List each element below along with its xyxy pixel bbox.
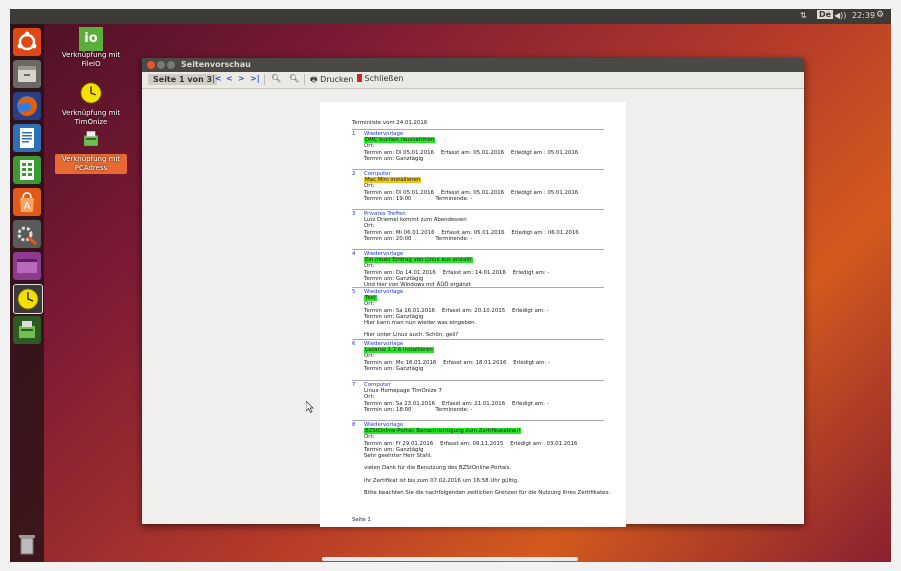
page-indicator: Seite 1 von 3 xyxy=(148,74,218,85)
close-label: Schließen xyxy=(364,74,404,83)
trash-icon[interactable] xyxy=(13,530,41,558)
keyboard-layout-indicator[interactable]: De xyxy=(817,10,834,19)
entry-title: Ein neuer Eintrag von Linux aus erstellt xyxy=(364,257,473,264)
calc-icon[interactable] xyxy=(13,156,41,184)
entry-category: Wiedervorlage xyxy=(364,289,404,295)
appointment-entry: 6 Wiedervorlage Lazarus 1.2.6 installier… xyxy=(352,339,604,372)
bottom-strip xyxy=(322,557,578,561)
entry-line: Termin am: Fr 29.01.2016 Erfasst am: 09.… xyxy=(364,440,578,447)
firefox-icon[interactable] xyxy=(13,92,41,120)
entry-title: Mac Mini installieren xyxy=(364,177,422,184)
desktop-icon-timonize[interactable]: Verknüpfung mit TimOnize xyxy=(55,80,127,127)
entry-title: BZStOnline-Portal: Benachrichtigung zum … xyxy=(364,428,522,435)
pcadress-icon[interactable] xyxy=(13,316,41,344)
minimize-window-icon[interactable] xyxy=(157,61,165,69)
entry-number: 6 xyxy=(352,341,356,347)
pcadress-app-icon xyxy=(84,131,98,146)
desktop-icon-pcadress[interactable]: Verknüpfung mit PCAdress xyxy=(55,127,127,174)
close-preview-button[interactable]: Schließen xyxy=(357,74,404,83)
entry-line: Termin am: Mi 06.01.2016 Erfasst am: 05.… xyxy=(364,229,579,236)
settings-icon[interactable] xyxy=(13,220,41,248)
entry-number: 8 xyxy=(352,422,356,428)
entry-title: DMC kuchen rausnehmen xyxy=(364,137,436,144)
desktop-icon-label: Verknüpfung mit PCAdress xyxy=(55,154,127,174)
entry-line: Termin um: 20:00 Terminende: - xyxy=(364,235,473,242)
preview-page: Terminliste vom 24.01.2016 1 Wiedervorla… xyxy=(320,102,626,527)
print-preview-window: Seitenvorschau Seite 1 von 3 |< < > >| 🔍… xyxy=(142,58,804,527)
entry-line: Hier unter Linux auch. Schön, geil? xyxy=(364,332,459,339)
svg-text:A: A xyxy=(24,201,31,212)
appointment-entry: 2 Computer Mac Mini installieren Ort: Te… xyxy=(352,169,604,202)
zoom-out-icon[interactable]: 🔍︎ xyxy=(289,74,299,83)
zoom-in-icon[interactable]: 🔍︎ xyxy=(271,74,281,83)
first-page-button[interactable]: |< xyxy=(212,74,222,83)
desktop: ⇅ De ◀)) 22:39 ⚙ A io Verknüpfung mit Fi… xyxy=(10,9,891,562)
launcher: A xyxy=(10,24,44,562)
writer-icon[interactable] xyxy=(13,124,41,152)
toolbar-separator xyxy=(304,74,305,85)
timonize-icon[interactable] xyxy=(13,284,43,314)
entry-line: Termin um: Ganztägig xyxy=(364,155,424,162)
appointment-entry: 3 Privates Treffen Lutz Driemel kommt zu… xyxy=(352,209,604,242)
network-icon[interactable]: ⇅ xyxy=(800,11,807,20)
files-icon[interactable] xyxy=(13,60,41,88)
ubuntu-dash-icon[interactable] xyxy=(13,28,41,56)
last-page-button[interactable]: >| xyxy=(250,74,260,83)
next-page-button[interactable]: > xyxy=(238,74,245,83)
window-title: Seitenvorschau xyxy=(181,60,251,69)
entry-line: Bitte beachten Sie die nachfolgenden zei… xyxy=(364,490,611,497)
desktop-icon-fileio[interactable]: io Verknüpfung mit FileIO xyxy=(55,27,127,69)
entry-number: 1 xyxy=(352,131,356,137)
clock[interactable]: 22:39 xyxy=(852,11,875,20)
entry-number: 5 xyxy=(352,289,356,295)
entry-number: 7 xyxy=(352,382,356,388)
page-footer: Seite 1 xyxy=(352,517,371,523)
close-window-icon[interactable] xyxy=(147,61,155,69)
entry-line: Termin um: 18:00 Terminende: - xyxy=(364,406,473,413)
screenshot-frame: ⇅ De ◀)) 22:39 ⚙ A io Verknüpfung mit Fi… xyxy=(0,0,901,571)
desktop-icon-label: Verknüpfung mit TimOnize xyxy=(61,109,121,126)
entry-number: 3 xyxy=(352,211,356,217)
entry-line: Termin um: 19:00 Terminende: - xyxy=(364,195,473,202)
window-titlebar[interactable]: Seitenvorschau xyxy=(142,58,804,72)
previous-page-button[interactable]: < xyxy=(226,74,233,83)
entry-title: Test xyxy=(364,295,377,302)
printer-icon: 🖶 xyxy=(310,75,318,84)
appointment-entry: 8 Wiedervorlage BZStOnline-Portal: Benac… xyxy=(352,420,611,497)
fileio-icon: io xyxy=(79,27,103,51)
print-label: Drucken xyxy=(320,75,354,84)
entry-title: Lazarus 1.2.6 installieren xyxy=(364,347,434,354)
video-icon[interactable] xyxy=(13,252,41,280)
print-button[interactable]: 🖶 Drucken xyxy=(310,74,353,88)
timonize-clock-icon xyxy=(80,82,102,104)
entry-number: 4 xyxy=(352,251,356,257)
entry-number: 2 xyxy=(352,171,356,177)
entry-line: Termin am: Di 05.01.2016 Erfasst am: 05.… xyxy=(364,149,579,156)
desktop-icon-label: Verknüpfung mit FileIO xyxy=(61,51,121,68)
mouse-pointer-icon xyxy=(306,401,314,413)
power-gear-icon[interactable]: ⚙ xyxy=(876,10,884,20)
appointment-entry: 4 Wiedervorlage Ein neuer Eintrag von Li… xyxy=(352,249,604,288)
entry-line: Termin um: Ganztägig xyxy=(364,365,424,372)
appointment-entry: 1 Wiedervorlage DMC kuchen rausnehmen Or… xyxy=(352,129,604,162)
appointment-entry: 7 Computer Linux-Homepage TimOnize 7 Ort… xyxy=(352,380,604,413)
software-center-icon[interactable]: A xyxy=(13,188,41,216)
preview-toolbar: Seite 1 von 3 |< < > >| 🔍︎ 🔍︎ 🖶 Drucken … xyxy=(142,72,804,89)
door-icon xyxy=(357,74,362,82)
appointment-entry: 5 Wiedervorlage Test Ort: Termin am: Sa … xyxy=(352,287,604,339)
preview-area[interactable]: Terminliste vom 24.01.2016 1 Wiedervorla… xyxy=(142,89,804,527)
top-panel: ⇅ De ◀)) 22:39 ⚙ xyxy=(10,9,891,24)
volume-icon[interactable]: ◀)) xyxy=(834,11,846,20)
document-header: Terminliste vom 24.01.2016 xyxy=(352,120,428,126)
entry-line: Termin am: Di 05.01.2016 Erfasst am: 05.… xyxy=(364,189,579,196)
toolbar-separator xyxy=(264,74,265,85)
maximize-window-icon[interactable] xyxy=(167,61,175,69)
